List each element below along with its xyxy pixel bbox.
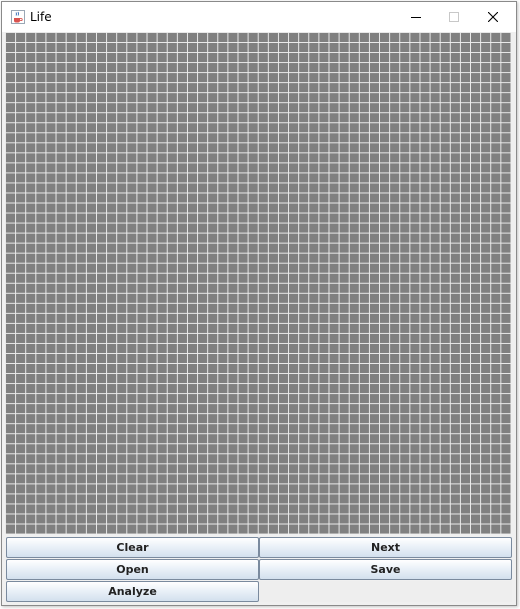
maximize-button[interactable] bbox=[435, 2, 473, 32]
app-window: Life Clear Next Open Save Analyze bbox=[1, 1, 517, 606]
clear-button[interactable]: Clear bbox=[6, 537, 259, 558]
title-bar[interactable]: Life bbox=[2, 2, 516, 32]
open-button[interactable]: Open bbox=[6, 559, 259, 580]
empty-button-slot bbox=[259, 581, 512, 602]
minimize-icon bbox=[411, 17, 421, 18]
life-grid[interactable] bbox=[5, 32, 511, 534]
maximize-icon bbox=[449, 12, 459, 22]
close-button[interactable] bbox=[474, 2, 512, 32]
java-coffee-cup-icon bbox=[11, 10, 25, 24]
window-title: Life bbox=[30, 10, 52, 24]
next-button[interactable]: Next bbox=[259, 537, 512, 558]
minimize-button[interactable] bbox=[397, 2, 435, 32]
close-icon bbox=[488, 12, 498, 22]
save-button[interactable]: Save bbox=[259, 559, 512, 580]
analyze-button[interactable]: Analyze bbox=[6, 581, 259, 602]
